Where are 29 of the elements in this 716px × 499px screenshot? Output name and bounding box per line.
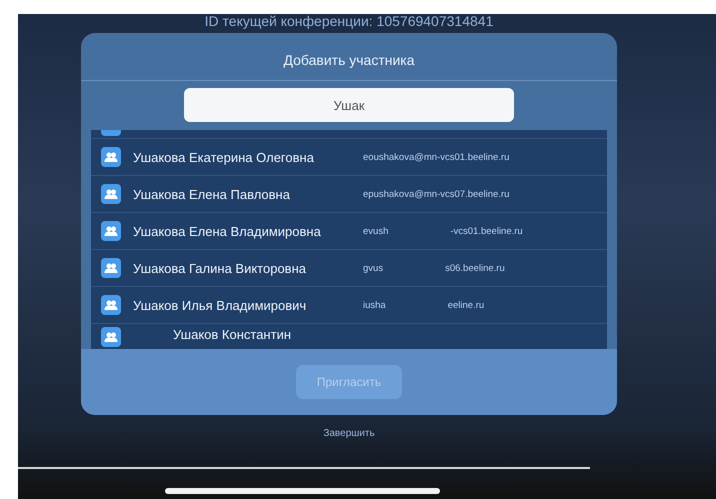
contact-row[interactable]: Ушакова Галина Викторовна gvus s06.beeline.ru — [91, 250, 607, 287]
contact-row[interactable]: Ушаков Илья Владимирович iusha eeline.ru — [91, 287, 607, 324]
contact-email: evush — [363, 226, 388, 236]
contact-email: gvus — [363, 262, 384, 274]
group-icon — [101, 221, 121, 241]
group-icon — [101, 295, 121, 315]
contact-name: Ушакова Галина Викторовна — [133, 260, 307, 276]
contact-email: epushakova@mn-vcs07.beeline.ru — [363, 188, 510, 200]
contact-email: eeline.ru — [448, 300, 484, 310]
contact-row[interactable]: Ушакова Елена Владимировна evush -vcs01.beeline.ru — [91, 213, 607, 250]
contact-name: Ушакова Елена Владимировна — [133, 224, 322, 238]
contact-row[interactable]: Ушакова Екатерина Олеговна eoushakova@mn-vcs01.beeline.ru — [91, 139, 607, 176]
conference-id: ID текущей конференции: 105769407314841 — [204, 13, 494, 31]
contact-name: Ушакова Елена Павловна — [133, 186, 291, 202]
contact-email: iusha — [363, 300, 386, 310]
contact-row[interactable]: Ушакова Елена Павловна epushakova@mn-vcs07.beeline.ru — [91, 176, 607, 213]
group-icon — [101, 258, 121, 278]
search-field[interactable]: Ушак — [184, 88, 514, 122]
contact-email: -vcs01.beeline.ru — [450, 226, 523, 236]
contact-name: Ушакова Екатерина Олеговна — [133, 150, 315, 164]
contact-email: eoushakova@mn-vcs01.beeline.ru — [363, 152, 510, 162]
end-call-link[interactable]: Завершить — [323, 428, 375, 439]
contact-email: s06.beeline.ru — [445, 262, 505, 274]
group-icon — [101, 327, 121, 347]
contact-name: Ушаков Константин — [172, 327, 292, 342]
dialog-title: Добавить участника — [81, 33, 617, 81]
group-icon — [101, 147, 121, 167]
group-icon — [101, 184, 121, 204]
contact-name: Ушаков Илья Владимирович — [133, 298, 308, 312]
